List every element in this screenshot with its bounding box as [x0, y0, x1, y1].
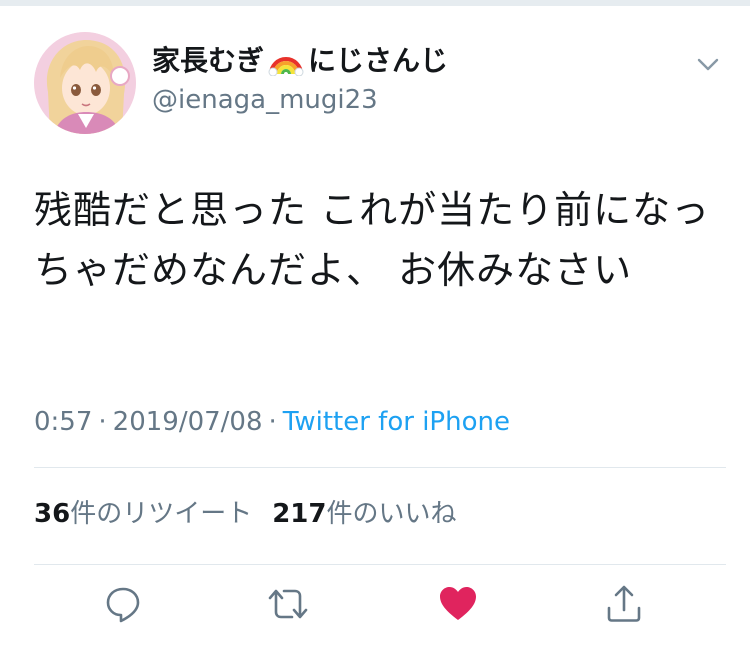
- like-stat[interactable]: 217件のいいね: [272, 499, 456, 529]
- tweet-detail: 家長むぎ にじさんじ @ienaga_mugi23 残酷だと思った これが当たり…: [0, 0, 750, 660]
- reply-button[interactable]: [99, 580, 147, 628]
- author-handle[interactable]: @ienaga_mugi23: [152, 84, 378, 116]
- divider: [34, 564, 726, 565]
- rainbow-icon: [268, 46, 304, 77]
- meta-separator: ·: [268, 407, 277, 437]
- like-label: 件のいいね: [326, 499, 457, 529]
- like-button[interactable]: [434, 580, 482, 628]
- author-name-suffix: にじさんじ: [308, 44, 449, 77]
- retweet-count: 36: [34, 499, 71, 529]
- retweet-label: 件のリツイート: [70, 499, 253, 529]
- share-icon: [607, 585, 641, 622]
- tweet-meta: 0:57 · 2019/07/08 · Twitter for iPhone: [34, 404, 510, 440]
- author-name-prefix: 家長むぎ: [152, 44, 265, 77]
- tweet-stats: 36件のリツイート 217件のいいね: [34, 496, 457, 532]
- avatar[interactable]: [34, 32, 136, 134]
- author-name[interactable]: 家長むぎ にじさんじ: [152, 44, 448, 78]
- retweet-stat[interactable]: 36件のリツイート: [34, 499, 252, 529]
- retweet-icon: [268, 589, 308, 619]
- more-options-button[interactable]: [693, 52, 723, 76]
- share-button[interactable]: [600, 580, 648, 628]
- tweet-text: 残酷だと思った これが当たり前になっちゃだめなんだよ、 お休みなさい: [34, 188, 711, 292]
- meta-separator: ·: [98, 407, 107, 437]
- reply-icon: [106, 587, 140, 623]
- chevron-down-icon: [697, 58, 719, 71]
- like-count: 217: [272, 499, 327, 529]
- tweet-date: 2019/07/08: [112, 407, 263, 437]
- retweet-button[interactable]: [264, 580, 312, 628]
- heart-icon: [440, 587, 476, 620]
- tweet-source-link[interactable]: Twitter for iPhone: [283, 407, 510, 437]
- anime-girl-avatar-icon: [34, 32, 136, 134]
- tweet-time: 0:57: [34, 407, 93, 437]
- divider: [34, 467, 726, 468]
